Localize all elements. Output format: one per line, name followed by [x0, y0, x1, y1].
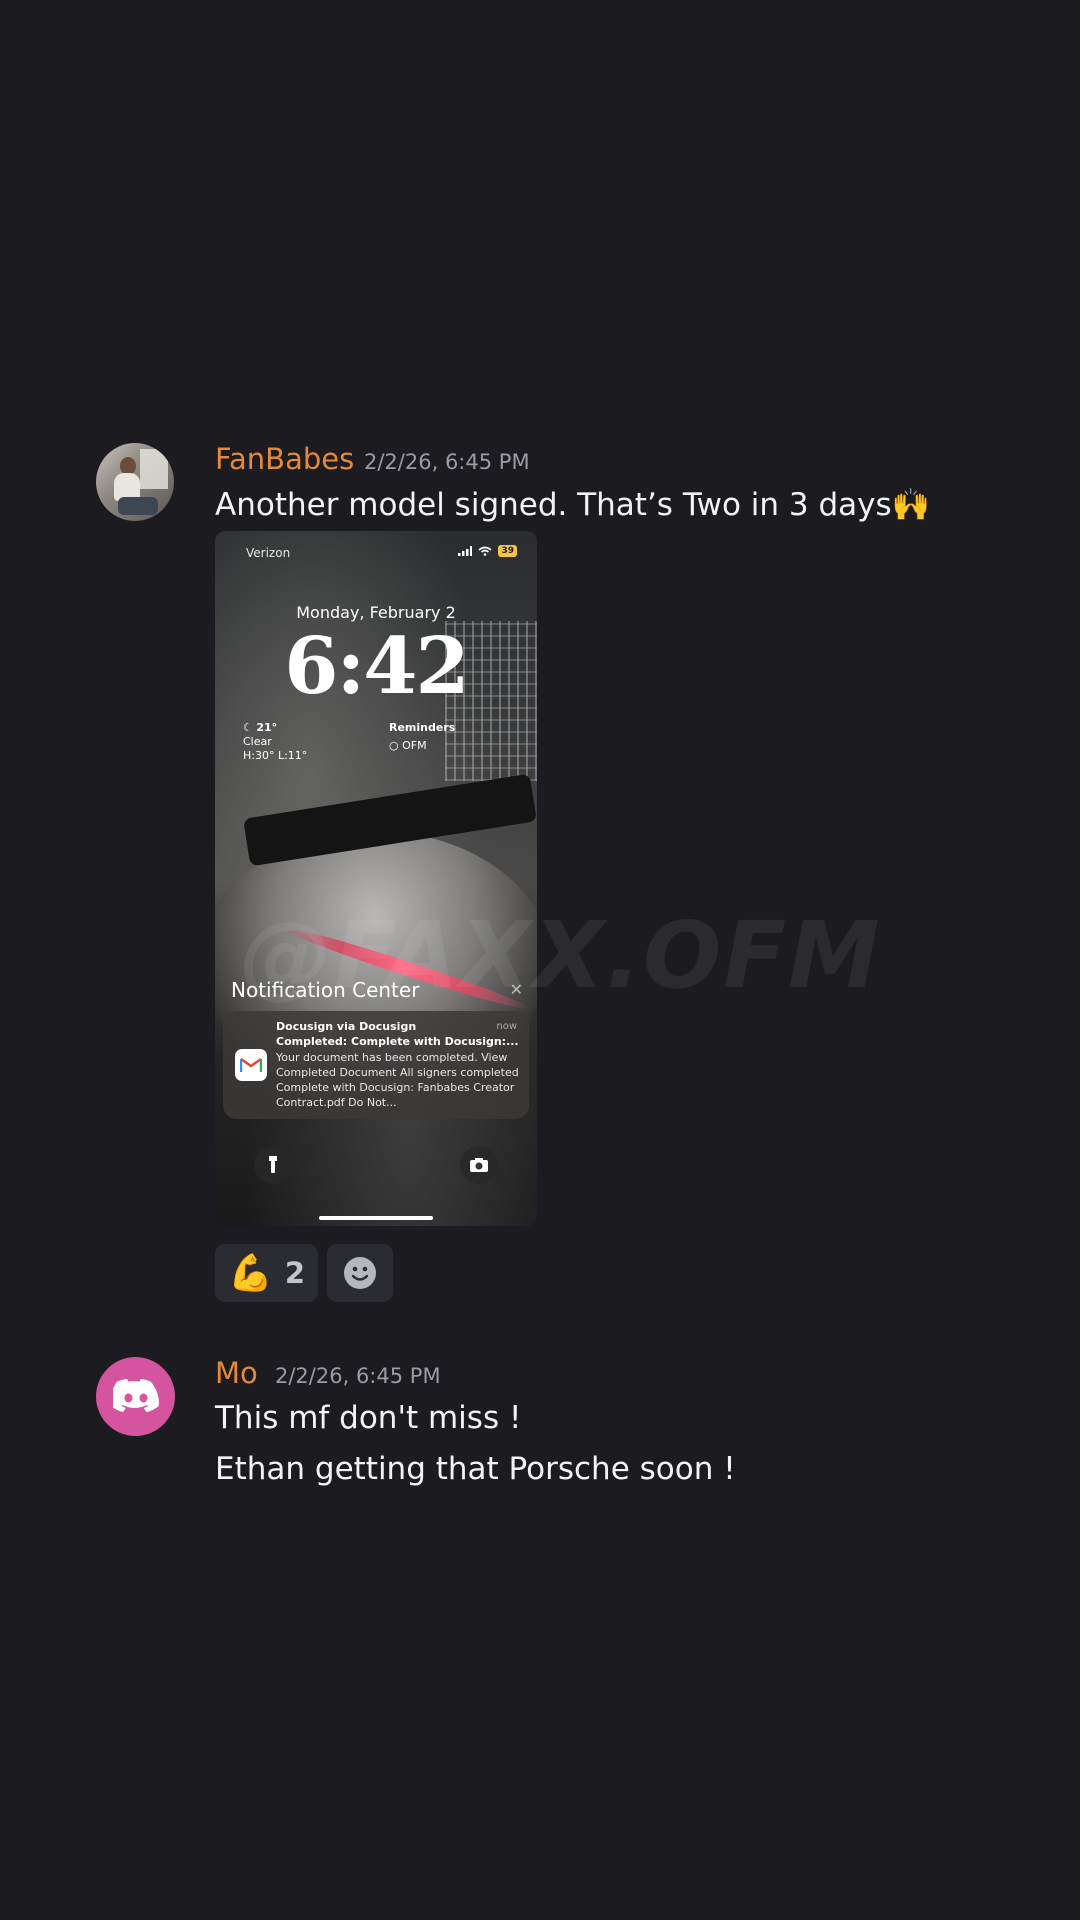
reaction-flexed-biceps[interactable]: 💪 2: [215, 1244, 318, 1302]
notification-subject: Completed: Complete with Docusign:...: [276, 1035, 519, 1048]
camera-icon: [460, 1146, 498, 1184]
user-avatar-fanbabes[interactable]: [96, 443, 174, 521]
wifi-icon: [478, 546, 492, 556]
flashlight-icon: [254, 1146, 292, 1184]
lockscreen-date: Monday, February 2: [296, 603, 456, 622]
smiley-icon: [344, 1257, 376, 1289]
circle-icon: ○: [389, 739, 399, 752]
message-timestamp: 2/2/26, 6:45 PM: [364, 450, 530, 474]
reminders-widget: Reminders ○ OFM: [389, 721, 456, 752]
notification-app: Docusign via Docusign: [276, 1020, 417, 1033]
watermark: @FAXX.OFM: [240, 902, 882, 1009]
notification-time: now: [496, 1021, 517, 1032]
lockscreen-time: 6:42: [284, 621, 470, 712]
message-text: Another model signed. That’s Two in 3 da…: [215, 487, 931, 523]
reaction-emoji: 💪: [227, 1253, 273, 1294]
message-timestamp: 2/2/26, 6:45 PM: [275, 1364, 441, 1388]
image-attachment[interactable]: Verizon 39 Monday, February 2 6:42 ☾ 21°…: [215, 531, 537, 1226]
notification-body: Your document has been completed. View C…: [276, 1051, 519, 1109]
notification-card: Docusign via Docusign now Completed: Com…: [223, 1011, 529, 1119]
discord-logo-icon: [112, 1378, 159, 1412]
message-text-line-2: Ethan getting that Porsche soon !: [215, 1451, 736, 1487]
reaction-count: 2: [284, 1256, 305, 1290]
battery-level: 39: [498, 545, 517, 557]
carrier-label: Verizon: [246, 546, 291, 560]
message-username[interactable]: Mo: [215, 1356, 258, 1390]
signal-icon: [458, 546, 473, 556]
status-bar: 39: [458, 545, 517, 557]
weather-widget: ☾ 21° Clear H:30° L:11°: [243, 721, 308, 762]
add-reaction-button[interactable]: [327, 1244, 393, 1302]
gmail-icon: [235, 1049, 267, 1081]
moon-icon: ☾: [243, 721, 253, 734]
message-text-line-1: This mf don't miss !: [215, 1400, 522, 1436]
message-username[interactable]: FanBabes: [215, 442, 354, 476]
home-indicator: [319, 1216, 433, 1220]
user-avatar-mo[interactable]: [96, 1357, 175, 1436]
